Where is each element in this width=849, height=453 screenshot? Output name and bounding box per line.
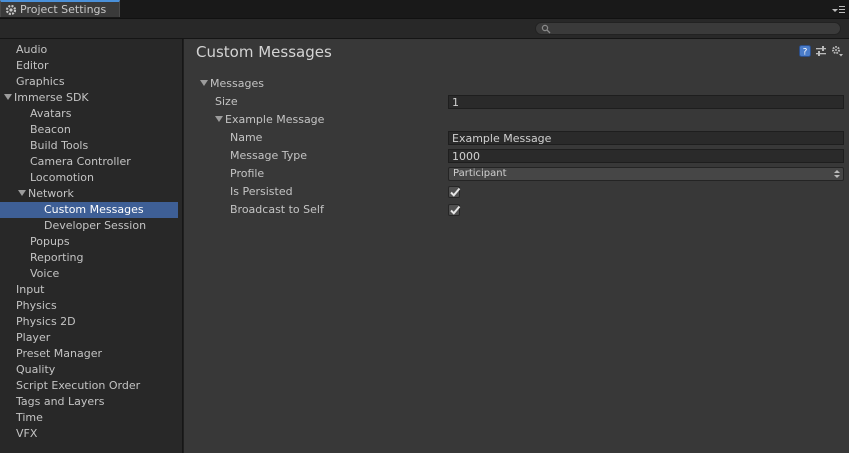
sidebar-item-network[interactable]: Network: [0, 186, 182, 202]
name-label: Name: [230, 131, 263, 144]
sidebar-item-developer-session[interactable]: Developer Session: [0, 218, 182, 234]
tab-menu-icon[interactable]: [831, 3, 845, 15]
sidebar-item-preset-manager[interactable]: Preset Manager: [0, 346, 182, 362]
sidebar-item-tags-and-layers[interactable]: Tags and Layers: [0, 394, 182, 410]
foldout-triangle-icon[interactable]: [200, 80, 208, 86]
is-persisted-checkbox[interactable]: [448, 186, 461, 198]
broadcast-to-self-checkbox[interactable]: [448, 204, 461, 216]
sidebar-item-reporting[interactable]: Reporting: [0, 250, 182, 266]
sidebar-item-quality[interactable]: Quality: [0, 362, 182, 378]
tab-bar: Project Settings: [0, 0, 849, 19]
sidebar-item-player[interactable]: Player: [0, 330, 182, 346]
sidebar-item-voice[interactable]: Voice: [0, 266, 182, 282]
header-icons: ?: [799, 45, 843, 57]
search-input[interactable]: [535, 22, 841, 35]
tab-project-settings[interactable]: Project Settings: [0, 0, 120, 17]
profile-label: Profile: [230, 167, 265, 180]
broadcast-to-self-label: Broadcast to Self: [230, 203, 324, 216]
messages-foldout[interactable]: Messages: [200, 76, 264, 92]
profile-value: Participant: [453, 168, 507, 179]
tab-title: Project Settings: [20, 3, 107, 16]
size-field[interactable]: 1: [448, 95, 844, 109]
sidebar-item-camera-controller[interactable]: Camera Controller: [0, 154, 182, 170]
checkmark-icon: [450, 205, 461, 215]
preset-icon[interactable]: [815, 45, 827, 57]
sidebar-item-editor[interactable]: Editor: [0, 58, 182, 74]
is-persisted-label: Is Persisted: [230, 185, 293, 198]
size-label: Size: [215, 95, 238, 108]
search-icon: [541, 24, 551, 34]
sidebar-item-popups[interactable]: Popups: [0, 234, 182, 250]
gear-icon: [5, 4, 17, 16]
settings-sidebar: Audio Editor Graphics Immerse SDK Avatar…: [0, 39, 183, 453]
svg-text:?: ?: [803, 48, 808, 58]
sidebar-item-beacon[interactable]: Beacon: [0, 122, 182, 138]
message-type-field[interactable]: 1000: [448, 149, 844, 163]
expand-triangle-icon[interactable]: [18, 190, 26, 196]
expand-triangle-icon[interactable]: [4, 94, 12, 100]
toolbar: [0, 19, 849, 39]
help-icon[interactable]: ?: [799, 45, 811, 57]
sidebar-item-immerse-sdk[interactable]: Immerse SDK: [0, 90, 182, 106]
sidebar-item-avatars[interactable]: Avatars: [0, 106, 182, 122]
settings-menu-icon[interactable]: [831, 45, 843, 57]
message-type-label: Message Type: [230, 149, 307, 162]
foldout-triangle-icon[interactable]: [215, 116, 223, 122]
sidebar-item-audio[interactable]: Audio: [0, 42, 182, 58]
sidebar-item-input[interactable]: Input: [0, 282, 182, 298]
sidebar-item-time[interactable]: Time: [0, 410, 182, 426]
dropdown-arrows-icon: [834, 169, 840, 179]
page-title: Custom Messages: [196, 43, 332, 61]
sidebar-item-locomotion[interactable]: Locomotion: [0, 170, 182, 186]
checkmark-icon: [450, 187, 461, 197]
sidebar-item-custom-messages[interactable]: Custom Messages: [0, 202, 178, 218]
sidebar-item-script-execution-order[interactable]: Script Execution Order: [0, 378, 182, 394]
settings-panel: Custom Messages ? Messages Size 1 Exampl…: [184, 39, 849, 453]
sidebar-item-physics[interactable]: Physics: [0, 298, 182, 314]
sidebar-item-build-tools[interactable]: Build Tools: [0, 138, 182, 154]
example-message-foldout[interactable]: Example Message: [215, 112, 324, 128]
sidebar-item-graphics[interactable]: Graphics: [0, 74, 182, 90]
profile-dropdown[interactable]: Participant: [448, 167, 844, 181]
name-field[interactable]: Example Message: [448, 131, 844, 145]
sidebar-item-vfx[interactable]: VFX: [0, 426, 182, 442]
sidebar-item-physics-2d[interactable]: Physics 2D: [0, 314, 182, 330]
